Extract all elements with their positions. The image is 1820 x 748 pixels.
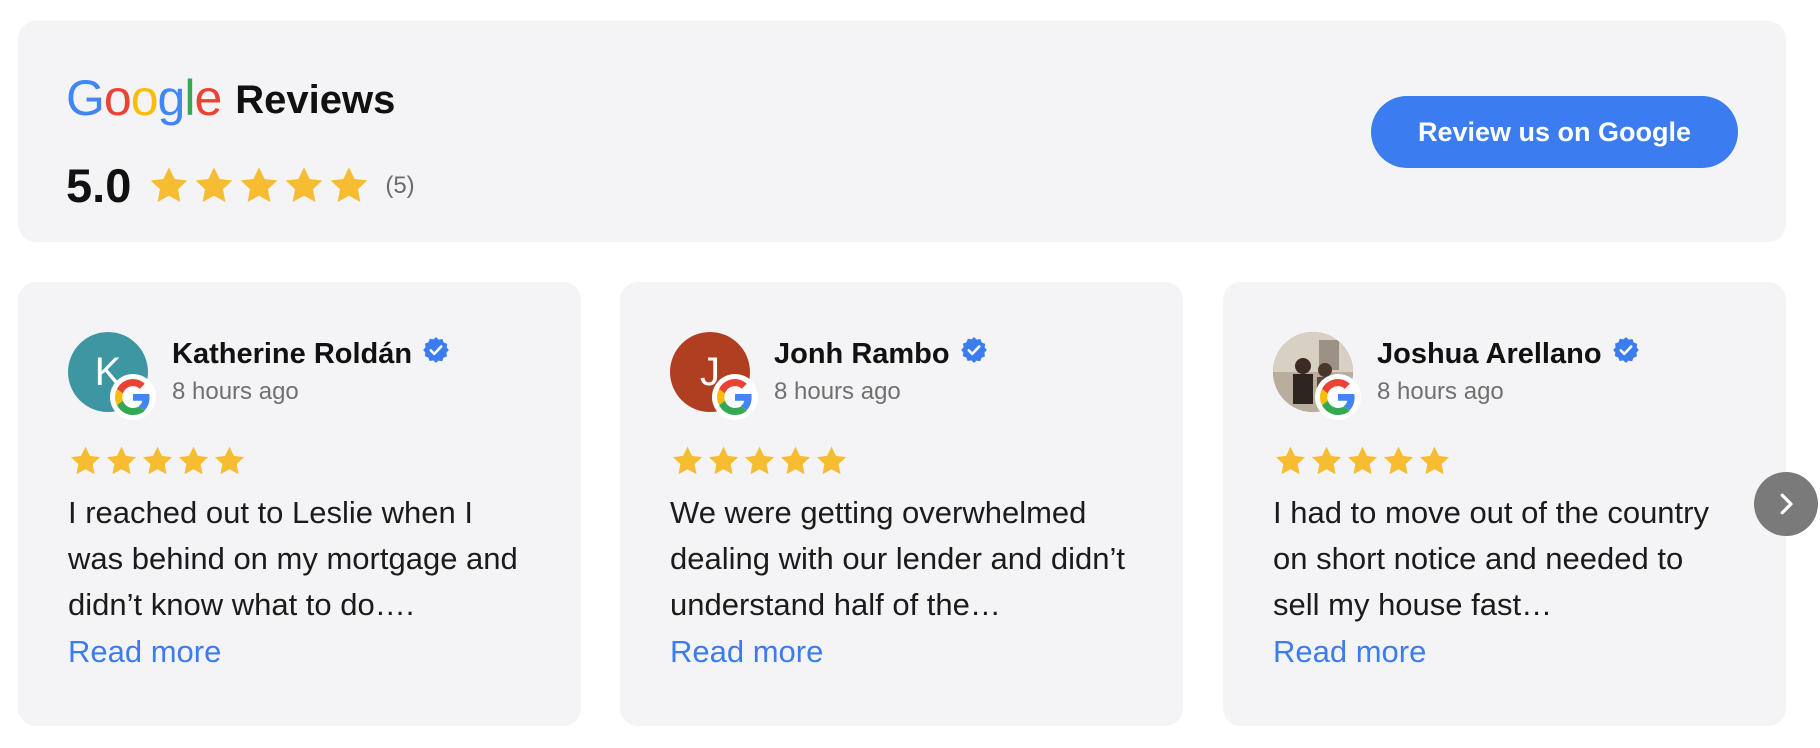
read-more-link[interactable]: Read more (670, 634, 823, 670)
review-us-button[interactable]: Review us on Google (1371, 96, 1738, 168)
review-stars (1273, 444, 1452, 479)
reviewer-name[interactable]: Jonh Rambo (774, 337, 950, 371)
star-icon (241, 167, 278, 202)
star-icon (780, 446, 811, 475)
avatar (1273, 332, 1361, 420)
review-text: I reached out to Leslie when I was behin… (68, 495, 518, 622)
star-icon (1419, 446, 1450, 475)
overall-rating: 5.0 (5) (66, 161, 415, 211)
star-icon (1383, 446, 1414, 475)
google-logo: Google (66, 70, 222, 126)
review-stars (68, 444, 247, 479)
review-count: (5) (385, 172, 415, 199)
avatar: K (68, 332, 156, 420)
star-icon (1275, 446, 1306, 475)
reviewer-name-row: Jonh Rambo (774, 336, 988, 372)
google-logo-letter: G (66, 70, 105, 126)
review-card: Joshua Arellano 8 hours ago I had to mov… (1223, 282, 1786, 726)
star-icon (70, 446, 101, 475)
reviewer-name-row: Joshua Arellano (1377, 336, 1640, 372)
chevron-right-icon (1780, 493, 1793, 515)
star-icon (214, 446, 245, 475)
verified-badge-icon (422, 336, 450, 372)
review-text: We were getting overwhelmed dealing with… (670, 495, 1125, 622)
review-card: J Jonh Rambo 8 hours ago We were getting… (620, 282, 1183, 726)
google-g-icon-graphic (1320, 379, 1355, 415)
brand: Google Reviews (66, 73, 395, 123)
star-icon (708, 446, 739, 475)
reviews-carousel: K Katherine Roldán 8 hours ago I reached… (18, 282, 1786, 726)
star-icon (744, 446, 775, 475)
star-icon (816, 446, 847, 475)
reviewer-name[interactable]: Katherine Roldán (172, 337, 412, 371)
review-card: K Katherine Roldán 8 hours ago I reached… (18, 282, 581, 726)
review-text: I had to move out of the country on shor… (1273, 495, 1709, 622)
star-icon (1311, 446, 1342, 475)
google-g-icon (712, 374, 758, 420)
google-logo-letter: e (194, 70, 222, 126)
verified-badge-graphic (960, 337, 987, 363)
star-icon (196, 167, 233, 202)
star-icon (1347, 446, 1378, 475)
verified-badge-icon (960, 336, 988, 372)
star-icon (106, 446, 137, 475)
read-more-link[interactable]: Read more (68, 634, 221, 670)
google-g-icon (110, 374, 156, 420)
review-time: 8 hours ago (774, 378, 901, 405)
avatar: J (670, 332, 758, 420)
verified-badge-graphic (423, 337, 449, 363)
reviews-header: Google Reviews 5.0 (5) Review us on Goog… (18, 21, 1786, 242)
star-icon (142, 446, 173, 475)
google-logo-letter: g (157, 70, 186, 126)
reviews-title: Reviews (235, 78, 396, 122)
rating-stars (147, 164, 371, 208)
next-arrow-button[interactable] (1754, 472, 1818, 536)
google-logo-letter: o (130, 70, 159, 126)
google-logo-letter: o (103, 70, 132, 126)
verified-badge-graphic (1612, 337, 1639, 363)
verified-badge-icon (1612, 336, 1640, 372)
star-icon (672, 446, 703, 475)
read-more-link[interactable]: Read more (1273, 634, 1426, 670)
star-icon (331, 167, 368, 202)
review-stars (670, 444, 849, 479)
google-g-icon (1315, 374, 1361, 420)
google-logo-letter: l (184, 70, 195, 126)
google-g-icon-graphic (717, 379, 752, 415)
reviewer-name-row: Katherine Roldán (172, 336, 450, 372)
review-time: 8 hours ago (1377, 378, 1504, 405)
star-icon (151, 167, 188, 202)
star-icon (178, 446, 209, 475)
review-time: 8 hours ago (172, 378, 299, 405)
reviewer-name[interactable]: Joshua Arellano (1377, 337, 1602, 371)
star-icon (286, 167, 323, 202)
google-g-icon-graphic (115, 379, 150, 415)
rating-value: 5.0 (66, 159, 132, 212)
